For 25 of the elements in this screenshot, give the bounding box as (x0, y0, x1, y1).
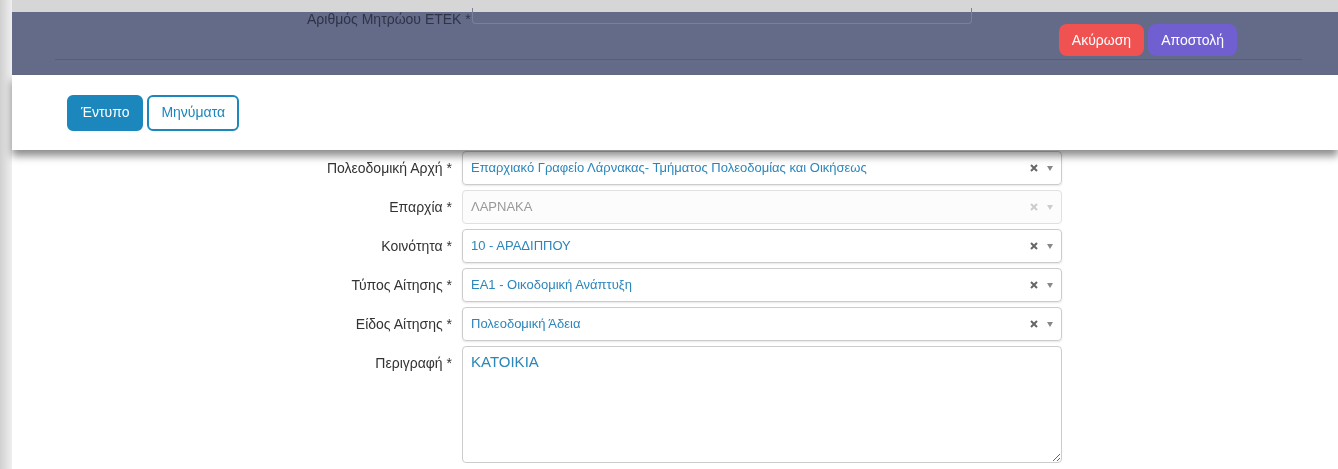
clear-icon[interactable] (1030, 164, 1038, 172)
input-field[interactable] (472, 8, 972, 24)
tab[interactable]: Μηνύματα (147, 94, 240, 131)
field-label: Επαρχία * (388, 198, 453, 217)
field-label: Πολεοδομική Αρχή * (325, 159, 453, 178)
select-field[interactable]: Επαρχιακό Γραφείο Λάρνακας- Τμήματος Πολεοδομίας και Οικήσεως (462, 151, 1062, 185)
description-field[interactable]: ΚΑΤΟΙΚΙΑ (462, 346, 1062, 463)
select-field[interactable]: 10 - ΑΡΑΔΙΠΠΟΥ (462, 229, 1062, 263)
tab[interactable]: Έντυπο (67, 94, 144, 131)
field-label: Περιγραφή * (374, 354, 453, 373)
caret-icon[interactable] (1047, 165, 1053, 171)
cancel-button[interactable]: Ακύρωση (1058, 24, 1145, 56)
clear-icon[interactable] (1030, 242, 1038, 250)
caret-icon[interactable] (1047, 243, 1053, 249)
submit-button[interactable]: Αποστολή (1148, 24, 1237, 56)
clear-icon[interactable] (1030, 320, 1038, 328)
field-label: Είδος Αίτησης * (354, 315, 453, 334)
select-field[interactable]: Πολεοδομική Άδεια (462, 307, 1062, 341)
field-label: Κοινότητα * (380, 237, 453, 256)
caret-icon[interactable] (1047, 321, 1053, 327)
select-field[interactable]: ΕΑ1 - Οικοδομική Ανάπτυξη (462, 268, 1062, 302)
caret-icon[interactable] (1047, 282, 1053, 288)
field-label: Τύπος Αίτησης * (350, 276, 453, 295)
field-label: Αριθμός Μητρώου ΕΤΕΚ * (307, 10, 471, 29)
clear-icon[interactable] (1030, 281, 1038, 289)
